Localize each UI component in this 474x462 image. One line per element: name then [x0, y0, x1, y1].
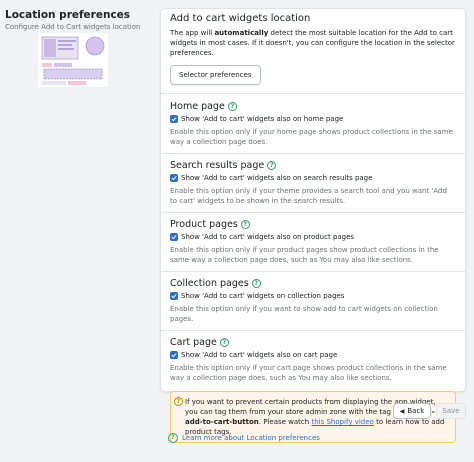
collection-pages-title: Collection pages	[170, 278, 249, 289]
search-results-title: Search results page	[170, 160, 265, 171]
page-title: Location preferences	[5, 9, 131, 21]
checkbox-checked-icon[interactable]	[170, 115, 178, 123]
widget-location-title: Add to cart widgets location	[170, 13, 311, 24]
collection-pages-checkbox[interactable]: Show 'Add to cart' widgets on collection…	[170, 292, 456, 300]
home-page-checkbox[interactable]: Show 'Add to cart' widgets also on home …	[170, 115, 456, 123]
learn-more-link[interactable]: Learn more about Location preferences	[182, 434, 320, 442]
widget-location-section: Add to cart widgets location The app wil…	[161, 9, 465, 93]
help-icon[interactable]: ?	[267, 161, 277, 170]
cart-page-section: Cart page? Show 'Add to cart' widgets al…	[161, 330, 465, 391]
product-pages-section: Product pages? Show 'Add to cart' widget…	[161, 212, 465, 271]
cart-page-checkbox-label: Show 'Add to cart' widgets also on cart …	[181, 351, 338, 359]
selector-preferences-button[interactable]: Selector preferences	[170, 65, 261, 85]
product-pages-checkbox[interactable]: Show 'Add to cart' widgets also on produ…	[170, 233, 456, 241]
learn-more: ? Learn more about Location preferences	[168, 433, 320, 443]
save-button[interactable]: Save	[436, 403, 466, 419]
checkbox-checked-icon[interactable]	[170, 292, 178, 300]
help-icon: ?	[168, 433, 178, 443]
cart-page-note: Enable this option only if your cart pag…	[170, 364, 447, 382]
page-subtitle: Configure Add to Cart widgets location	[5, 23, 141, 31]
widget-location-description: The app will automatically detect the mo…	[170, 29, 455, 57]
chevron-left-icon: ◀	[399, 407, 405, 415]
product-pages-title: Product pages	[170, 219, 238, 230]
shopify-video-link[interactable]: this Shopify video	[311, 418, 373, 426]
product-pages-note: Enable this option only if your product …	[170, 246, 439, 264]
checkbox-checked-icon[interactable]	[170, 233, 178, 241]
checkbox-checked-icon[interactable]	[170, 174, 178, 182]
help-icon[interactable]: ?	[251, 279, 261, 288]
help-icon: ?	[174, 397, 183, 406]
cart-page-checkbox[interactable]: Show 'Add to cart' widgets also on cart …	[170, 351, 456, 359]
home-page-note: Enable this option only if your home pag…	[170, 128, 453, 146]
help-icon[interactable]: ?	[240, 220, 250, 229]
collection-pages-checkbox-label: Show 'Add to cart' widgets on collection…	[181, 292, 345, 300]
search-results-section: Search results page? Show 'Add to cart' …	[161, 153, 465, 212]
page-header: Location preferences Configure Add to Ca…	[5, 9, 155, 31]
location-illustration-icon	[38, 33, 108, 87]
home-page-section: Home page? Show 'Add to cart' widgets al…	[161, 93, 465, 153]
home-page-title: Home page	[170, 101, 225, 112]
collection-pages-section: Collection pages? Show 'Add to cart' wid…	[161, 271, 465, 330]
help-icon[interactable]: ?	[227, 102, 237, 111]
home-page-checkbox-label: Show 'Add to cart' widgets also on home …	[181, 115, 344, 123]
search-results-checkbox[interactable]: Show 'Add to cart' widgets also on searc…	[170, 174, 456, 182]
search-results-note: Enable this option only if your theme pr…	[170, 187, 447, 205]
product-pages-checkbox-label: Show 'Add to cart' widgets also on produ…	[181, 233, 355, 241]
search-results-checkbox-label: Show 'Add to cart' widgets also on searc…	[181, 174, 373, 182]
settings-card: Add to cart widgets location The app wil…	[160, 8, 466, 443]
help-icon[interactable]: ?	[219, 338, 229, 347]
checkbox-checked-icon[interactable]	[170, 351, 178, 359]
cart-page-title: Cart page	[170, 337, 217, 348]
collection-pages-note: Enable this option only if you want to s…	[170, 305, 438, 323]
back-button[interactable]: ◀ Back	[393, 403, 431, 419]
